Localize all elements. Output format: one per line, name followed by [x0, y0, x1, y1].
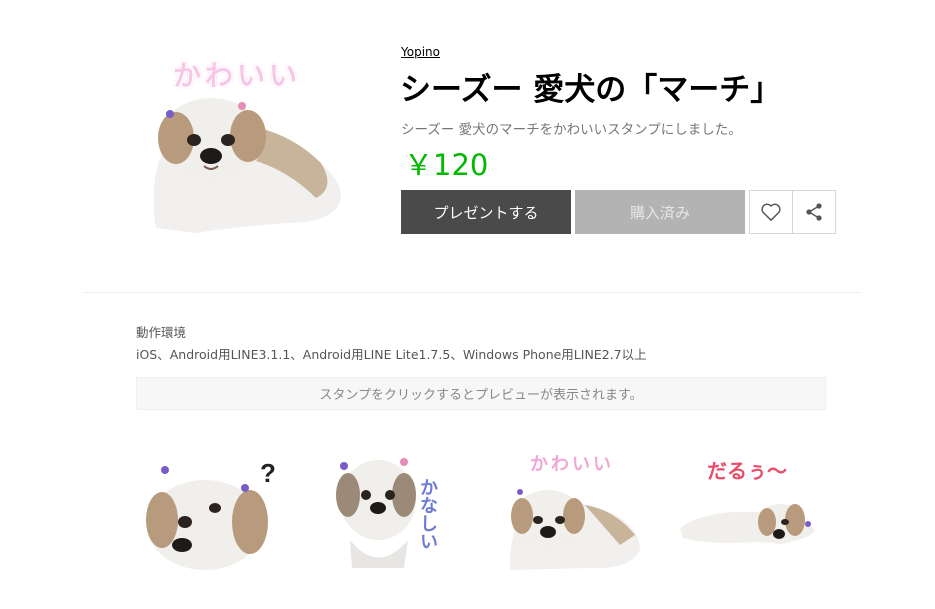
sticker-description: シーズー 愛犬のマーチをかわいいスタンプにしました。 [401, 122, 742, 138]
sticker-item[interactable]: かなしい [330, 450, 455, 575]
present-button[interactable]: プレゼントする [401, 190, 571, 234]
heart-icon [761, 203, 781, 221]
sticker-caption: かなしい [418, 478, 438, 550]
sticker-caption: だるぅ～ [707, 461, 787, 483]
sticker-item[interactable]: かわいい [500, 450, 645, 575]
author-link[interactable]: Yopino [401, 45, 440, 59]
purchased-button: 購入済み [575, 190, 745, 234]
environment-label: 動作環境 [136, 325, 187, 340]
like-button[interactable] [749, 190, 793, 234]
sticker-dog-sad: かなしい [336, 458, 438, 568]
present-button-label: プレゼントする [433, 203, 539, 222]
share-icon [806, 203, 822, 221]
purchased-button-label: 購入済み [629, 203, 690, 222]
environment-value: iOS、Android用LINE3.1.1、Android用LINE Lite1… [136, 347, 647, 362]
sticker-caption: かわいい [530, 454, 614, 474]
sticker-item[interactable]: ? [140, 450, 280, 575]
price-label: ￥120 [404, 148, 489, 182]
sticker-caption: ? [260, 458, 276, 488]
sticker-item[interactable]: だるぅ～ [675, 450, 825, 575]
main-sticker-caption: かわいい [173, 59, 302, 92]
sticker-dog-cute: かわいい [509, 454, 640, 570]
sticker-dog-question: ? [146, 458, 276, 570]
section-divider [83, 292, 861, 293]
preview-note-text: スタンプをクリックするとプレビューが表示されます。 [319, 388, 643, 403]
page-title: シーズー 愛犬の「マーチ」 [400, 72, 782, 108]
share-button[interactable] [792, 190, 836, 234]
preview-note: スタンプをクリックするとプレビューが表示されます。 [136, 377, 826, 410]
sticker-dog-tired: だるぅ～ [680, 461, 815, 544]
